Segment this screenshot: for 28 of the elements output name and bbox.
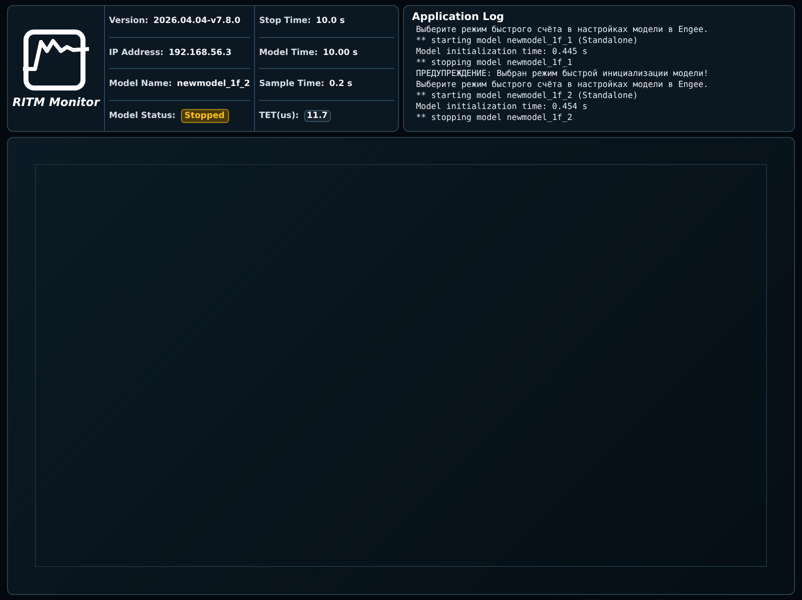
chart-logo-icon <box>23 28 89 90</box>
log-title: Application Log <box>412 11 506 23</box>
field-value: 10.00 s <box>322 48 358 58</box>
field-label: Model Time: <box>259 48 318 58</box>
field-label: Model Status: <box>109 110 176 121</box>
field-label: TET(us): <box>259 110 299 121</box>
field-value: 11.7 <box>304 110 331 122</box>
log-line: ПРЕДУПРЕЖДЕНИЕ: Выбран режим быстрой инициализации модели! <box>415 68 710 79</box>
field-value: newmodel_1f_2 <box>176 79 250 90</box>
field-label: Version: <box>109 16 148 26</box>
field-label: IP Address: <box>109 48 164 58</box>
field-label: Stop Time: <box>259 16 311 26</box>
log-line: Выберите режим быстрого счёта в настройках модели в Engee. <box>415 79 710 90</box>
app-title: RITM Monitor <box>12 94 100 108</box>
field-label: Sample Time: <box>259 79 324 90</box>
log-line: ** starting model newmodel_1f_1 (Standalone) <box>415 35 639 46</box>
field-value: 192.168.56.3 <box>168 48 232 58</box>
log-line: Model initialization time: 0.454 s <box>415 101 588 112</box>
log-line: ** stopping model newmodel_1f_1 <box>415 57 574 68</box>
log-line: ** starting model newmodel_1f_2 (Standalone) <box>415 90 639 101</box>
log-line: Выберите режим быстрого счёта в настройках модели в Engee. <box>415 24 710 35</box>
log-line: Model initialization time: 0.445 s <box>415 46 588 57</box>
log-line: ** stopping model newmodel_1f_2 <box>415 112 574 123</box>
field-value: 2026.04.04-v7.8.0 <box>153 16 240 26</box>
field-value: 0.2 s <box>329 79 352 90</box>
field-label: Model Name: <box>109 79 172 90</box>
field-value: 10.0 s <box>316 16 345 26</box>
status-badge: Stopped <box>180 108 229 123</box>
